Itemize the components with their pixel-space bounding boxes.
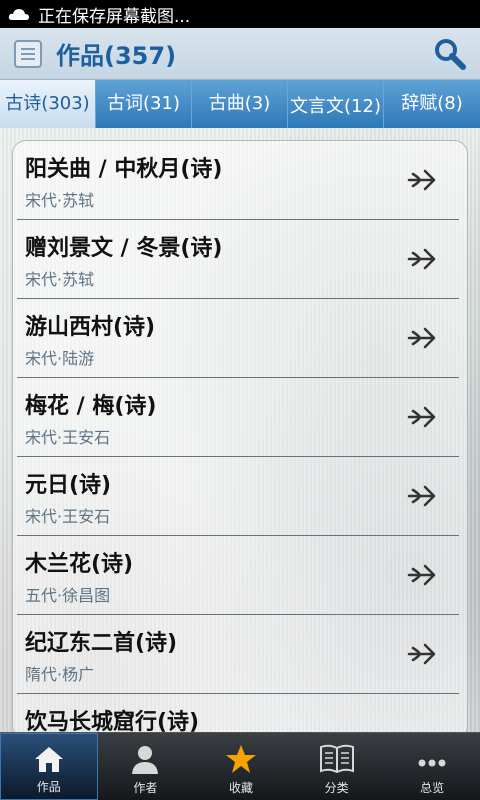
- item-title: 梅花 / 梅(诗): [25, 394, 157, 419]
- list-item[interactable]: 梅花 / 梅(诗) 宋代·王安石: [17, 378, 459, 457]
- list-item[interactable]: 阳关曲 / 中秋月(诗) 宋代·苏轼: [17, 141, 459, 220]
- item-title: 饮马长城窟行(诗): [25, 710, 200, 732]
- star-icon: [225, 745, 256, 773]
- more-icon: [418, 759, 446, 767]
- list-item[interactable]: 纪辽东二首(诗) 隋代·杨广: [17, 615, 459, 694]
- nav-favorites[interactable]: 收藏: [193, 733, 289, 800]
- works-list[interactable]: 阳关曲 / 中秋月(诗) 宋代·苏轼 赠刘景文 / 冬景(诗) 宋代·苏轼 游山…: [12, 140, 468, 732]
- arrow-right-icon: [407, 564, 436, 586]
- cloud-icon: [8, 9, 30, 20]
- nav-label: 作品: [36, 780, 61, 794]
- arrow-right-icon: [407, 248, 436, 270]
- item-title: 木兰花(诗): [25, 552, 134, 577]
- status-text: 正在保存屏幕截图...: [38, 6, 191, 27]
- category-tabs: 古诗(303) 古词(31) 古曲(3) 文言文(12) 辞赋(8): [0, 80, 480, 128]
- nav-label: 收藏: [228, 781, 253, 795]
- tab-wenyanwen[interactable]: 文言文(12): [288, 80, 384, 128]
- content-area: 阳关曲 / 中秋月(诗) 宋代·苏轼 赠刘景文 / 冬景(诗) 宋代·苏轼 游山…: [0, 128, 480, 732]
- tab-cifu[interactable]: 辞赋(8): [384, 80, 480, 128]
- list-item[interactable]: 游山西村(诗) 宋代·陆游: [17, 299, 459, 378]
- arrow-right-icon: [407, 643, 436, 665]
- item-title: 赠刘景文 / 冬景(诗): [25, 236, 223, 261]
- bottom-nav: 作品 作者 收藏 分类 总览: [0, 732, 480, 800]
- item-author: 隋代·杨广: [25, 665, 95, 684]
- item-author: 宋代·王安石: [25, 507, 111, 526]
- tab-guqu[interactable]: 古曲(3): [192, 80, 288, 128]
- nav-label: 总览: [420, 781, 445, 795]
- search-icon[interactable]: [432, 36, 468, 72]
- list-item[interactable]: 木兰花(诗) 五代·徐昌图: [17, 536, 459, 615]
- item-author: 宋代·陆游: [25, 349, 95, 368]
- arrow-right-icon: [407, 406, 436, 428]
- list-item[interactable]: 饮马长城窟行(诗): [17, 694, 459, 732]
- person-icon: [132, 746, 159, 774]
- item-author: 五代·徐昌图: [25, 586, 111, 605]
- item-title: 纪辽东二首(诗): [25, 631, 178, 656]
- status-bar: 正在保存屏幕截图...: [0, 0, 480, 28]
- app-bar: 作品(357): [0, 28, 480, 80]
- nav-authors[interactable]: 作者: [98, 733, 194, 800]
- nav-overview[interactable]: 总览: [384, 733, 480, 800]
- item-title: 游山西村(诗): [25, 315, 156, 340]
- book-icon: [319, 744, 354, 774]
- list-item[interactable]: 元日(诗) 宋代·王安石: [17, 457, 459, 536]
- nav-works[interactable]: 作品: [0, 733, 98, 800]
- home-icon: [34, 747, 63, 772]
- item-author: 宋代·苏轼: [25, 191, 95, 210]
- item-author: 宋代·王安石: [25, 428, 111, 447]
- nav-categories[interactable]: 分类: [289, 733, 385, 800]
- item-title: 阳关曲 / 中秋月(诗): [25, 157, 223, 182]
- nav-label: 分类: [324, 781, 349, 795]
- arrow-right-icon: [407, 485, 436, 507]
- list-item[interactable]: 赠刘景文 / 冬景(诗) 宋代·苏轼: [17, 220, 459, 299]
- menu-button[interactable]: [14, 39, 42, 68]
- arrow-right-icon: [407, 169, 436, 191]
- tab-gushi[interactable]: 古诗(303): [0, 80, 96, 128]
- nav-label: 作者: [133, 781, 158, 795]
- page-title: 作品(357): [56, 42, 177, 70]
- arrow-right-icon: [407, 327, 436, 349]
- item-author: 宋代·苏轼: [25, 270, 95, 289]
- item-title: 元日(诗): [25, 473, 112, 498]
- tab-guci[interactable]: 古词(31): [96, 80, 192, 128]
